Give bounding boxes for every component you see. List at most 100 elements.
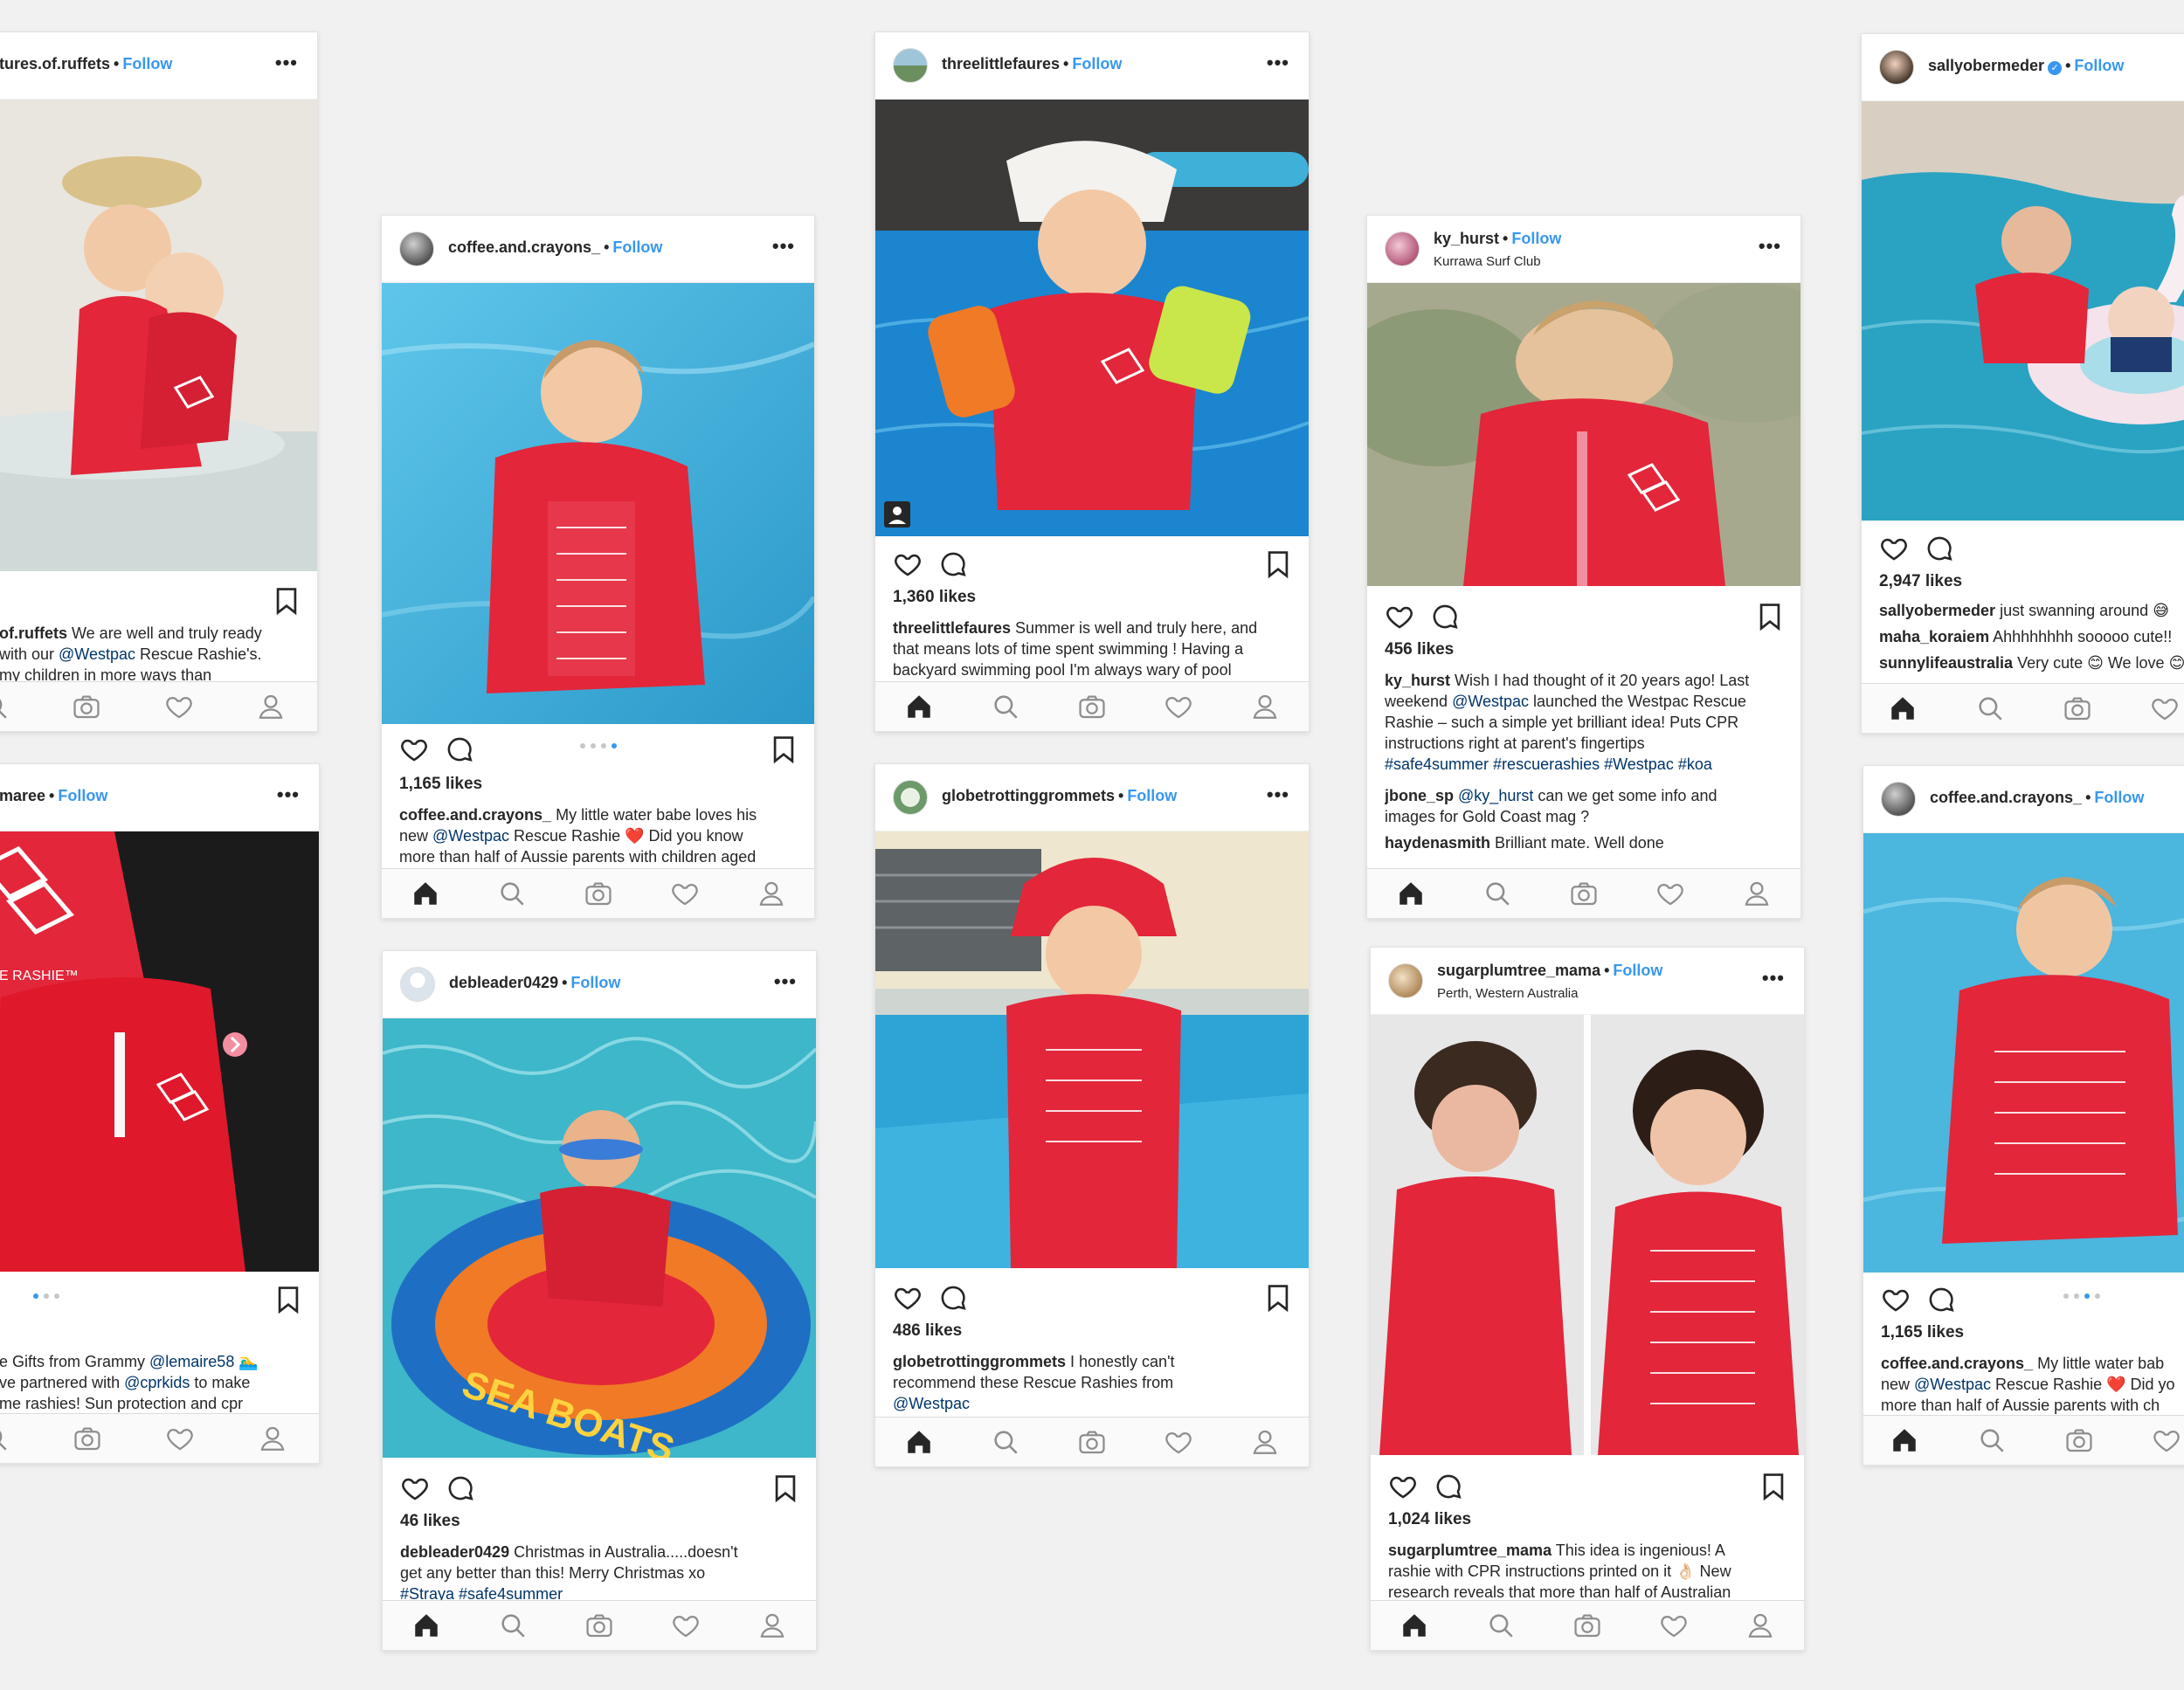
post-location[interactable]: Perth, Western Australia	[1437, 986, 1578, 1001]
search-icon[interactable]	[498, 1611, 528, 1640]
home-icon[interactable]	[1888, 693, 1918, 723]
activity-heart-icon[interactable]	[2150, 693, 2180, 723]
post-username[interactable]: debleader0429 • Follow	[449, 974, 620, 992]
avatar[interactable]	[399, 231, 434, 266]
heart-icon[interactable]	[893, 1283, 923, 1313]
post-photo[interactable]	[1371, 1015, 1804, 1455]
bookmark-icon[interactable]	[1760, 1472, 1787, 1501]
post-username[interactable]: coffee.and.crayons_ • Follow	[448, 238, 662, 257]
activity-heart-icon[interactable]	[1164, 1427, 1193, 1457]
bookmark-icon[interactable]	[1265, 1283, 1291, 1313]
camera-icon[interactable]	[73, 1424, 102, 1453]
mention-link[interactable]: @Westpac	[893, 1393, 1293, 1414]
post-photo[interactable]	[875, 100, 1309, 536]
comment-bubble-icon[interactable]	[1925, 534, 1954, 563]
profile-icon[interactable]	[757, 1611, 787, 1640]
bookmark-icon[interactable]	[772, 1473, 798, 1503]
home-icon[interactable]	[1396, 879, 1426, 908]
activity-heart-icon[interactable]	[671, 1611, 701, 1640]
camera-icon[interactable]	[72, 692, 101, 721]
profile-icon[interactable]	[258, 1424, 287, 1453]
mention-link[interactable]: @Westpac	[59, 645, 135, 663]
avatar[interactable]	[893, 780, 928, 815]
comment-bubble-icon[interactable]	[1430, 602, 1460, 631]
heart-icon[interactable]	[1388, 1472, 1418, 1501]
avatar[interactable]	[1388, 963, 1423, 998]
post-photo[interactable]	[1863, 833, 2184, 1273]
like-count[interactable]: 1,165 likes	[399, 775, 482, 794]
like-count[interactable]: 1,165 likes	[1881, 1323, 1964, 1342]
mention-link[interactable]: @lemaire58	[149, 1353, 234, 1370]
mention-link[interactable]: @ky_hurst	[1458, 787, 1533, 804]
post-username[interactable]: sugarplumtree_mama • Follow	[1437, 962, 1662, 980]
mention-link[interactable]: @Westpac	[1914, 1376, 1991, 1393]
post-photo[interactable]	[1367, 283, 1800, 586]
more-options-icon[interactable]: •••	[1759, 235, 1781, 258]
follow-button[interactable]: Follow	[570, 974, 620, 991]
post-photo[interactable]: E RASHIE™	[0, 831, 319, 1272]
post-photo[interactable]	[875, 831, 1309, 1268]
post-username[interactable]: threelittlefaures • Follow	[942, 55, 1122, 73]
post-username[interactable]: coffee.and.crayons_ • Follow	[1930, 789, 2144, 807]
follow-button[interactable]: Follow	[1511, 230, 1561, 247]
home-icon[interactable]	[1890, 1425, 1919, 1455]
profile-icon[interactable]	[1742, 879, 1772, 908]
search-icon[interactable]	[1975, 693, 2005, 723]
heart-icon[interactable]	[1881, 1285, 1911, 1314]
follow-button[interactable]: Follow	[2074, 57, 2124, 74]
follow-button[interactable]: Follow	[122, 55, 172, 72]
avatar[interactable]	[1879, 50, 1914, 85]
post-photo[interactable]	[382, 283, 814, 724]
avatar[interactable]	[893, 48, 928, 83]
like-count[interactable]: 46 likes	[400, 1512, 460, 1531]
comment-bubble-icon[interactable]	[445, 735, 474, 764]
more-options-icon[interactable]: •••	[1762, 967, 1785, 990]
heart-icon[interactable]	[1879, 534, 1909, 563]
post-location[interactable]: Kurrawa Surf Club	[1434, 254, 1541, 269]
home-icon[interactable]	[904, 1427, 934, 1457]
bookmark-icon[interactable]	[275, 1285, 301, 1314]
camera-icon[interactable]	[584, 1611, 614, 1640]
camera-icon[interactable]	[1569, 879, 1599, 908]
comment-bubble-icon[interactable]	[1434, 1472, 1463, 1501]
comment-bubble-icon[interactable]	[446, 1473, 475, 1503]
profile-icon[interactable]	[757, 879, 786, 908]
search-icon[interactable]	[991, 1427, 1020, 1457]
heart-icon[interactable]	[893, 549, 923, 579]
bookmark-icon[interactable]	[273, 586, 300, 616]
activity-heart-icon[interactable]	[165, 1424, 195, 1453]
follow-button[interactable]: Follow	[58, 787, 107, 804]
camera-icon[interactable]	[1572, 1611, 1602, 1640]
search-icon[interactable]	[991, 692, 1020, 721]
post-username[interactable]: globetrottinggrommets • Follow	[942, 787, 1177, 805]
post-photo[interactable]	[0, 100, 317, 571]
activity-heart-icon[interactable]	[1164, 692, 1193, 721]
follow-button[interactable]: Follow	[612, 238, 662, 256]
search-icon[interactable]	[1486, 1611, 1516, 1640]
comment-bubble-icon[interactable]	[938, 1283, 968, 1313]
more-options-icon[interactable]: •••	[772, 235, 795, 258]
home-icon[interactable]	[904, 692, 934, 721]
follow-button[interactable]: Follow	[1127, 787, 1177, 804]
post-username[interactable]: sallyobermeder ✓ • Follow	[1928, 57, 2124, 75]
mention-link[interactable]: @Westpac	[1452, 693, 1529, 710]
camera-icon[interactable]	[584, 879, 613, 908]
search-icon[interactable]	[0, 1424, 10, 1453]
heart-icon[interactable]	[399, 735, 429, 764]
search-icon[interactable]	[0, 692, 10, 721]
search-icon[interactable]	[1482, 879, 1512, 908]
avatar[interactable]	[400, 967, 435, 1002]
bookmark-icon[interactable]	[1757, 602, 1783, 631]
more-options-icon[interactable]: •••	[275, 52, 298, 74]
like-count[interactable]: 456 likes	[1385, 640, 1454, 659]
avatar[interactable]	[1881, 782, 1916, 817]
bookmark-icon[interactable]	[1265, 549, 1291, 579]
heart-icon[interactable]	[400, 1473, 430, 1503]
search-icon[interactable]	[497, 879, 527, 908]
follow-button[interactable]: Follow	[1072, 55, 1122, 72]
bookmark-icon[interactable]	[771, 735, 797, 764]
mention-link[interactable]: @cprkids	[124, 1374, 190, 1391]
more-options-icon[interactable]: •••	[1267, 783, 1289, 806]
more-options-icon[interactable]: •••	[277, 783, 300, 806]
profile-icon[interactable]	[256, 692, 286, 721]
